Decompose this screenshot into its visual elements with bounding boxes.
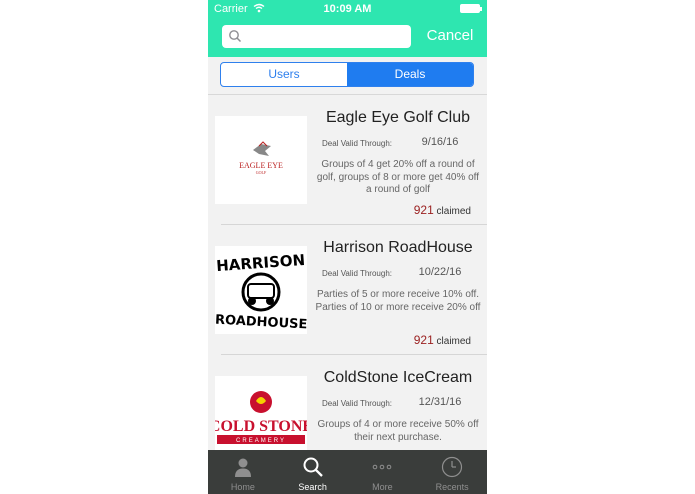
deal-title: ColdStone IceCream bbox=[323, 369, 473, 386]
svg-text:HARRISON: HARRISON bbox=[216, 251, 306, 275]
harrison-roadhouse-logo: HARRISON ROADHOUSE bbox=[215, 246, 307, 334]
svg-text:CREAMERY: CREAMERY bbox=[236, 438, 286, 444]
claimed-count: 921 claimed bbox=[414, 203, 471, 217]
svg-text:EAGLE EYE: EAGLE EYE bbox=[239, 161, 283, 170]
tab-label: Search bbox=[298, 482, 327, 492]
valid-label: Deal Valid Through: bbox=[322, 139, 392, 148]
tab-recents[interactable]: Recents bbox=[417, 450, 487, 494]
valid-date: 10/22/16 bbox=[418, 266, 462, 278]
tab-label: Recents bbox=[435, 482, 469, 492]
claimed-number: 921 bbox=[413, 333, 434, 347]
deal-description: Groups of 4 or more receive 50% off thei… bbox=[317, 419, 479, 443]
deal-title: Eagle Eye Golf Club bbox=[325, 109, 471, 126]
tab-more[interactable]: More bbox=[348, 450, 418, 494]
claimed-count: 921 claimed bbox=[414, 333, 471, 347]
claimed-label: claimed bbox=[436, 206, 471, 217]
valid-label: Deal Valid Through: bbox=[322, 399, 392, 408]
clock-time: 10:09 AM bbox=[323, 3, 372, 15]
eagle-eye-logo: EAGLE EYE GOLF bbox=[215, 116, 307, 204]
tab-search[interactable]: Search bbox=[278, 450, 348, 494]
cancel-button[interactable]: Cancel bbox=[415, 27, 485, 45]
tab-bar: Home Search More Recents bbox=[208, 450, 487, 494]
battery-icon bbox=[460, 4, 482, 13]
tab-label: More bbox=[372, 482, 393, 492]
svg-text:ROADHOUSE: ROADHOUSE bbox=[215, 313, 307, 333]
more-icon bbox=[373, 464, 392, 470]
phone-screen: Carrier 10:09 AM Cancel Users Deals EAGL… bbox=[208, 0, 487, 494]
header: Carrier 10:09 AM Cancel bbox=[208, 0, 487, 57]
deal-item-coldstone[interactable]: COLD STONE CREAMERY ColdStone IceCream D… bbox=[208, 355, 487, 450]
claimed-label: claimed bbox=[436, 336, 471, 347]
segment-deals[interactable]: Deals bbox=[347, 63, 473, 86]
svg-text:COLD STONE: COLD STONE bbox=[215, 418, 307, 435]
tab-home[interactable]: Home bbox=[208, 450, 278, 494]
deal-title: Harrison RoadHouse bbox=[323, 239, 473, 256]
valid-date: 9/16/16 bbox=[421, 136, 459, 148]
search-icon bbox=[229, 30, 242, 43]
svg-text:GOLF: GOLF bbox=[256, 170, 267, 175]
coldstone-logo: COLD STONE CREAMERY bbox=[215, 376, 307, 450]
person-icon bbox=[234, 458, 251, 477]
segment-users[interactable]: Users bbox=[221, 63, 347, 86]
claimed-number: 921 bbox=[413, 203, 434, 217]
valid-date: 12/31/16 bbox=[418, 396, 462, 408]
deal-description: Groups of 4 get 20% off a round of golf,… bbox=[316, 159, 480, 195]
deal-description: Parties of 5 or more receive 10% off. Pa… bbox=[315, 289, 481, 313]
search-input[interactable] bbox=[246, 27, 406, 46]
deal-item-eagle-eye[interactable]: EAGLE EYE GOLF Eagle Eye Golf Club Deal … bbox=[208, 95, 487, 225]
segmented-control: Users Deals bbox=[220, 62, 474, 87]
tab-label: Home bbox=[230, 482, 255, 492]
deal-item-harrison[interactable]: HARRISON ROADHOUSE Harrison RoadHouse De… bbox=[208, 225, 487, 355]
search-bar[interactable] bbox=[222, 25, 411, 48]
status-bar: Carrier 10:09 AM bbox=[208, 0, 487, 18]
valid-label: Deal Valid Through: bbox=[322, 269, 392, 278]
deal-list[interactable]: EAGLE EYE GOLF Eagle Eye Golf Club Deal … bbox=[208, 95, 487, 450]
clock-icon bbox=[442, 456, 463, 478]
search-icon bbox=[303, 457, 323, 477]
